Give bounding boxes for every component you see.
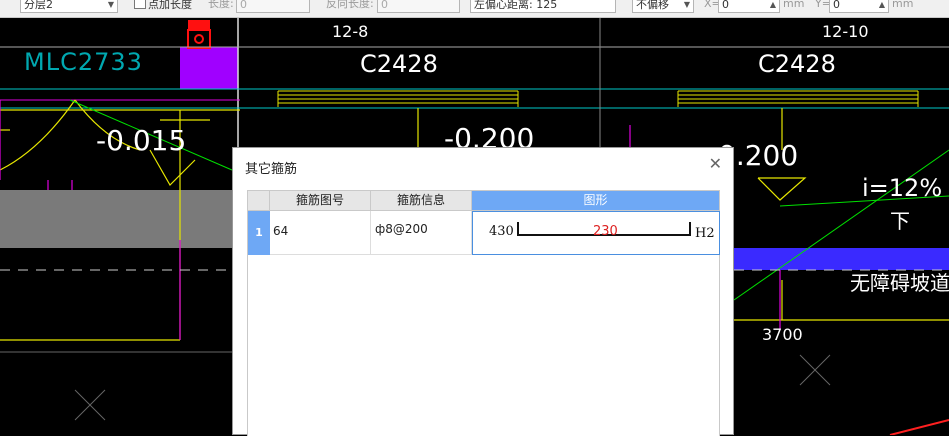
window-hatch-right — [677, 90, 919, 107]
axis-label-right: 12-10 — [822, 22, 869, 41]
cell-shape-no[interactable]: 64 — [270, 211, 371, 255]
window-label-left: C2428 — [360, 50, 438, 78]
spinner-icon: ▲ — [878, 0, 885, 9]
dialog-title: 其它箍筋 — [245, 162, 298, 177]
dimension-label: 3700 — [762, 325, 803, 344]
marker-box — [187, 29, 211, 49]
chevron-down-icon: ▼ — [683, 0, 690, 9]
other-stirrups-dialog: 其它箍筋 ✕ 箍筋图号 箍筋信息 图形 1 64 ф8@200 430 230 … — [232, 147, 734, 436]
shape-no-value: 64 — [273, 224, 289, 238]
layer-select-value: 分层2 — [24, 0, 53, 11]
length-label: 长度: — [208, 0, 234, 10]
left-offset-value: 125 — [536, 0, 558, 11]
ramp-label: 无障碍坡道 — [850, 271, 949, 295]
window-hatch-left — [277, 90, 519, 107]
checkbox-icon — [134, 0, 146, 9]
elevation-label: -0.015 — [96, 124, 186, 157]
shape-middle-length: 230 — [593, 224, 618, 239]
cell-info[interactable]: ф8@200 — [371, 211, 472, 255]
shape-right-label: H2 — [695, 226, 715, 241]
point-add-length-label: 点加长度 — [148, 0, 192, 11]
x-unit: mm — [783, 0, 805, 10]
spinner-icon: ▲ — [769, 0, 776, 9]
reverse-length-label: 反向长度: — [326, 0, 374, 10]
axis-label-left: 12-8 — [332, 22, 368, 41]
top-toolbar: 分层2 ▼ 点加长度 长度: 0 反向长度: 0 左偏心距离: 125 不偏移 … — [0, 0, 949, 18]
gray-slab-band — [0, 190, 232, 248]
table-corner — [248, 191, 270, 211]
x-value: 0 — [722, 0, 729, 11]
reverse-length-input[interactable]: 0 — [377, 0, 460, 13]
point-add-length-checkbox[interactable]: 点加长度 — [134, 0, 192, 13]
info-value: ф8@200 — [375, 222, 428, 236]
left-offset-label: 左偏心距离: — [474, 0, 533, 11]
y-unit: mm — [892, 0, 914, 10]
close-icon[interactable]: ✕ — [709, 156, 722, 172]
cell-shape[interactable]: 430 230 H2 — [472, 211, 720, 255]
shape-left-length: 430 — [489, 224, 514, 239]
blue-band — [734, 248, 949, 270]
chevron-down-icon: ▼ — [107, 0, 114, 9]
stirrup-table: 箍筋图号 箍筋信息 图形 1 64 ф8@200 430 230 H2 — [247, 190, 720, 436]
red-line — [889, 419, 949, 435]
wall-label: MLC2733 — [24, 48, 143, 76]
y-value: 0 — [833, 0, 840, 11]
purple-column — [180, 47, 238, 89]
layer-select[interactable]: 分层2 ▼ — [20, 0, 118, 13]
offset-mode-select[interactable]: 不偏移 ▼ — [632, 0, 694, 13]
offset-mode-value: 不偏移 — [636, 0, 669, 11]
slope-label: i=12% — [862, 174, 942, 202]
row-number[interactable]: 1 — [248, 211, 270, 255]
column-header-shape[interactable]: 图形 — [472, 191, 719, 211]
column-header-info[interactable]: 箍筋信息 — [371, 191, 472, 211]
column-header-shape-no[interactable]: 箍筋图号 — [270, 191, 371, 211]
red-marker — [188, 20, 210, 30]
y-input[interactable]: 0 ▲ — [829, 0, 889, 13]
x-input[interactable]: 0 ▲ — [718, 0, 780, 13]
window-label-right: C2428 — [758, 50, 836, 78]
left-offset-field[interactable]: 左偏心距离: 125 — [470, 0, 616, 13]
length-input[interactable]: 0 — [236, 0, 310, 13]
down-label: 下 — [890, 209, 910, 233]
